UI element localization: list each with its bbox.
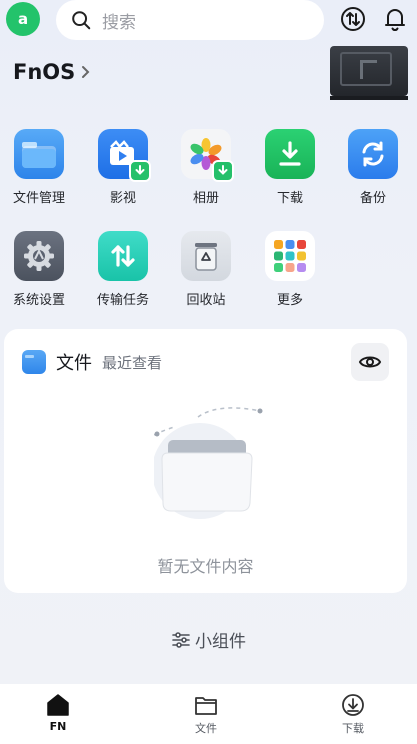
- app-label: 影视: [109, 191, 136, 206]
- app-label: 相册: [192, 191, 219, 206]
- search-icon: [72, 11, 91, 30]
- transfer-icon[interactable]: [339, 5, 367, 33]
- more-apps-icon: [265, 231, 315, 281]
- search-placeholder: 搜索: [102, 12, 136, 33]
- app-label: 回收站: [186, 293, 226, 308]
- avatar[interactable]: a: [6, 2, 40, 36]
- nav-item-fn[interactable]: FN: [18, 692, 98, 733]
- recycle-bin-icon: [181, 231, 231, 281]
- app-file-manager[interactable]: 文件管理: [0, 129, 79, 219]
- app-more[interactable]: 更多: [250, 231, 330, 321]
- settings-icon: [14, 231, 64, 281]
- empty-state-text: 暂无文件内容: [157, 557, 254, 576]
- nav-item-download[interactable]: 下载: [313, 692, 393, 736]
- app-video[interactable]: 影视: [83, 129, 163, 219]
- app-recycle-bin[interactable]: 回收站: [166, 231, 246, 321]
- chevron-right-icon: [82, 66, 90, 78]
- nav-item-files[interactable]: 文件: [166, 692, 246, 736]
- app-label: 更多: [276, 293, 303, 308]
- bottom-nav: FN 文件 下载: [0, 684, 417, 744]
- app-label: 文件管理: [12, 191, 65, 206]
- download-badge-icon: [129, 160, 151, 182]
- app-download[interactable]: 下载: [250, 129, 330, 219]
- download-cloud-icon: [342, 694, 364, 716]
- folder-icon: [14, 129, 64, 179]
- card-subtitle: 最近查看: [102, 353, 163, 372]
- search-bar[interactable]: 搜索: [56, 0, 324, 40]
- top-bar: a 搜索: [0, 0, 417, 40]
- photos-icon: [181, 129, 234, 182]
- video-icon: [98, 129, 151, 182]
- folder-outline-icon: [195, 697, 217, 715]
- transfer-task-icon: [98, 231, 148, 281]
- app-backup[interactable]: 备份: [333, 129, 413, 219]
- nav-label: 下载: [342, 722, 364, 735]
- card-title: 文件: [56, 353, 92, 374]
- visibility-toggle-button[interactable]: [351, 343, 389, 381]
- app-photos[interactable]: 相册: [166, 129, 246, 219]
- empty-folder-illustration: [154, 407, 263, 519]
- widgets-button[interactable]: 小组件: [0, 627, 417, 652]
- device-name: FnOS: [13, 60, 76, 84]
- widgets-label: 小组件: [195, 632, 246, 652]
- home-icon: [47, 694, 69, 716]
- app-label: 下载: [276, 191, 303, 206]
- folder-icon: [22, 350, 46, 374]
- recent-files-card: 文件 最近查看 暂无文件内容: [4, 329, 407, 593]
- nav-label: FN: [49, 720, 67, 733]
- download-icon: [265, 129, 315, 179]
- app-label: 传输任务: [96, 293, 149, 308]
- card-header: 文件 最近查看: [22, 349, 162, 375]
- download-badge-icon: [212, 160, 234, 182]
- eye-icon: [358, 356, 382, 368]
- bell-icon[interactable]: [381, 5, 409, 33]
- app-settings[interactable]: 系统设置: [0, 231, 79, 321]
- nav-label: 文件: [195, 722, 217, 735]
- device-selector[interactable]: FnOS: [13, 60, 91, 84]
- backup-icon: [348, 129, 398, 179]
- device-image: [330, 46, 408, 100]
- app-label: 系统设置: [12, 293, 65, 308]
- app-transfer-tasks[interactable]: 传输任务: [83, 231, 163, 321]
- sliders-icon: [172, 631, 190, 648]
- app-label: 备份: [359, 191, 386, 206]
